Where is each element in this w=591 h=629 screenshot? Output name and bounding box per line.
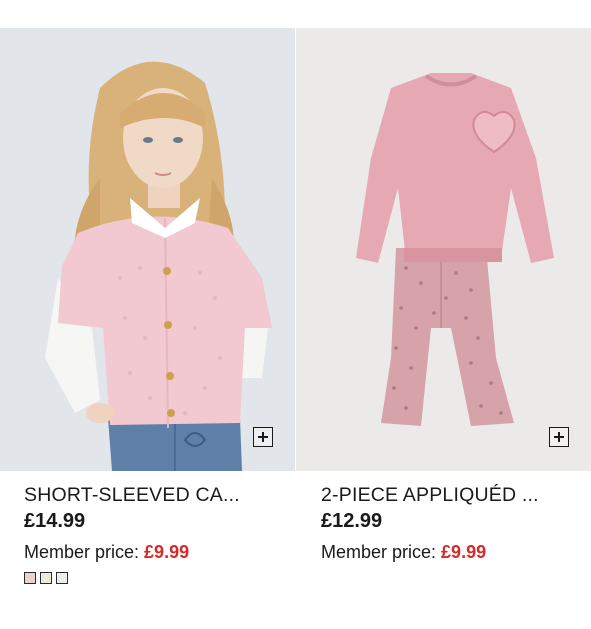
member-price-label: Member price: — [321, 542, 437, 562]
member-price-line: Member price: £9.99 — [321, 540, 591, 564]
color-swatches — [24, 572, 295, 584]
quick-add-button[interactable] — [549, 427, 569, 447]
product-title[interactable]: SHORT-SLEEVED CA... — [24, 483, 295, 507]
member-price-value: £9.99 — [441, 542, 487, 562]
product-info: 2-PIECE APPLIQUÉD ... £12.99 Member pric… — [296, 471, 591, 564]
sweatshirt-pants-photo — [296, 28, 591, 471]
product-price: £14.99 — [24, 510, 86, 532]
product-image[interactable] — [0, 28, 295, 471]
color-swatch[interactable] — [24, 572, 36, 584]
product-price: £12.99 — [321, 510, 383, 532]
color-swatch[interactable] — [56, 572, 68, 584]
product-title[interactable]: 2-PIECE APPLIQUÉD ... — [321, 483, 591, 507]
girl-cardigan-photo — [0, 28, 295, 471]
member-price-label: Member price: — [24, 542, 140, 562]
product-card[interactable]: SHORT-SLEEVED CA... £14.99 Member price:… — [0, 28, 295, 584]
product-card[interactable]: 2-PIECE APPLIQUÉD ... £12.99 Member pric… — [296, 28, 591, 584]
quick-add-button[interactable] — [253, 427, 273, 447]
product-info: SHORT-SLEEVED CA... £14.99 Member price:… — [0, 471, 295, 584]
product-image[interactable] — [296, 28, 591, 471]
product-grid: SHORT-SLEEVED CA... £14.99 Member price:… — [0, 28, 591, 584]
color-swatch[interactable] — [40, 572, 52, 584]
member-price-line: Member price: £9.99 — [24, 540, 295, 564]
member-price-value: £9.99 — [144, 542, 190, 562]
